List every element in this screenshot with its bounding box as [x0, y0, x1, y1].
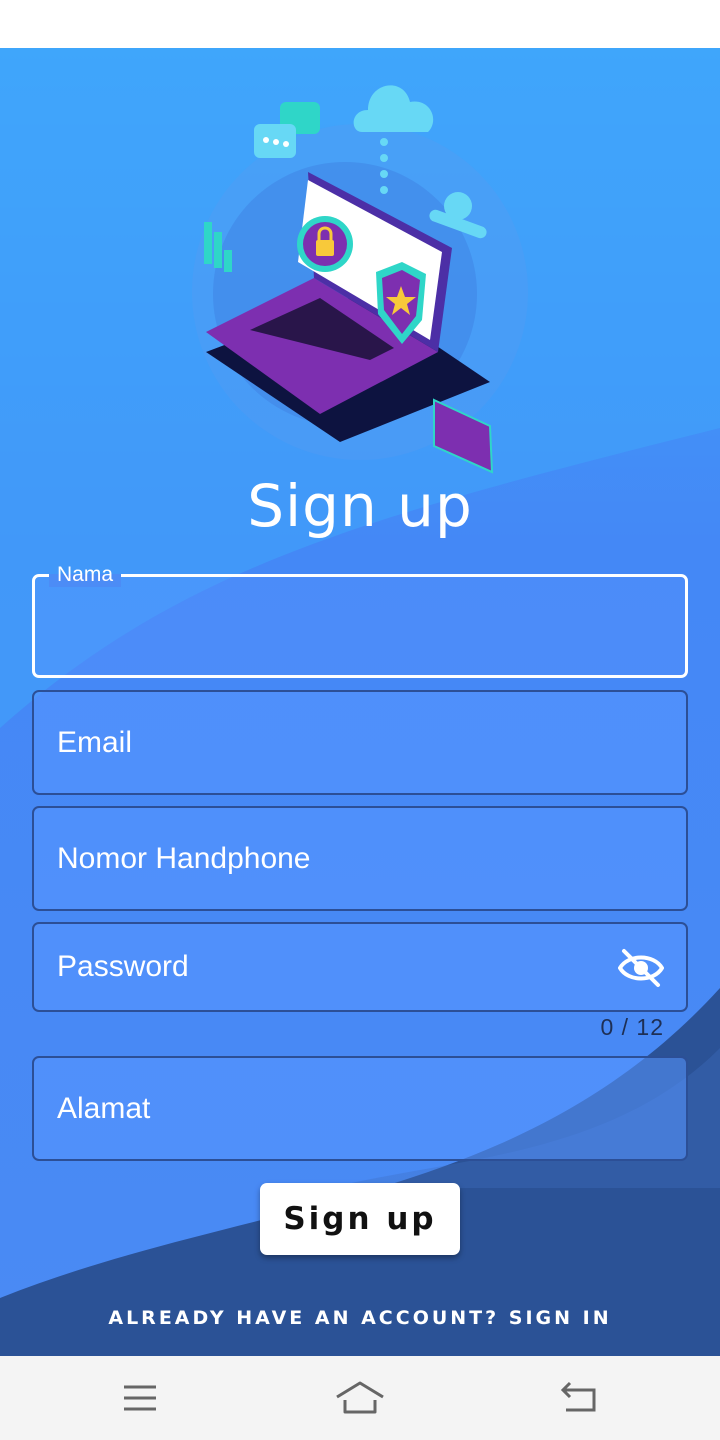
address-field[interactable]: Alamat	[32, 1056, 688, 1161]
home-icon[interactable]	[334, 1378, 386, 1418]
status-bar	[0, 0, 720, 48]
signup-screen: Sign up Nama Email Nomor Handphone Passw…	[0, 48, 720, 1356]
name-field[interactable]: Nama	[32, 563, 688, 678]
back-icon[interactable]	[558, 1378, 602, 1418]
navigation-bar	[0, 1356, 720, 1440]
email-placeholder: Email	[57, 726, 133, 759]
email-field[interactable]: Email	[32, 690, 688, 795]
address-placeholder: Alamat	[57, 1092, 151, 1125]
menu-icon[interactable]	[118, 1378, 162, 1418]
password-placeholder: Password	[57, 950, 189, 983]
password-char-counter: 0 / 12	[600, 1014, 664, 1040]
phone-placeholder: Nomor Handphone	[57, 842, 311, 875]
signup-button[interactable]: Sign up	[260, 1183, 460, 1255]
phone-field[interactable]: Nomor Handphone	[32, 806, 688, 911]
signin-link[interactable]: ALREADY HAVE AN ACCOUNT? SIGN IN	[0, 1307, 720, 1329]
name-field-label: Nama	[49, 563, 122, 587]
password-field[interactable]: Password	[32, 922, 688, 1012]
page-title: Sign up	[247, 472, 473, 540]
eye-off-icon[interactable]	[618, 948, 664, 988]
laptop-security-illustration	[192, 85, 528, 474]
